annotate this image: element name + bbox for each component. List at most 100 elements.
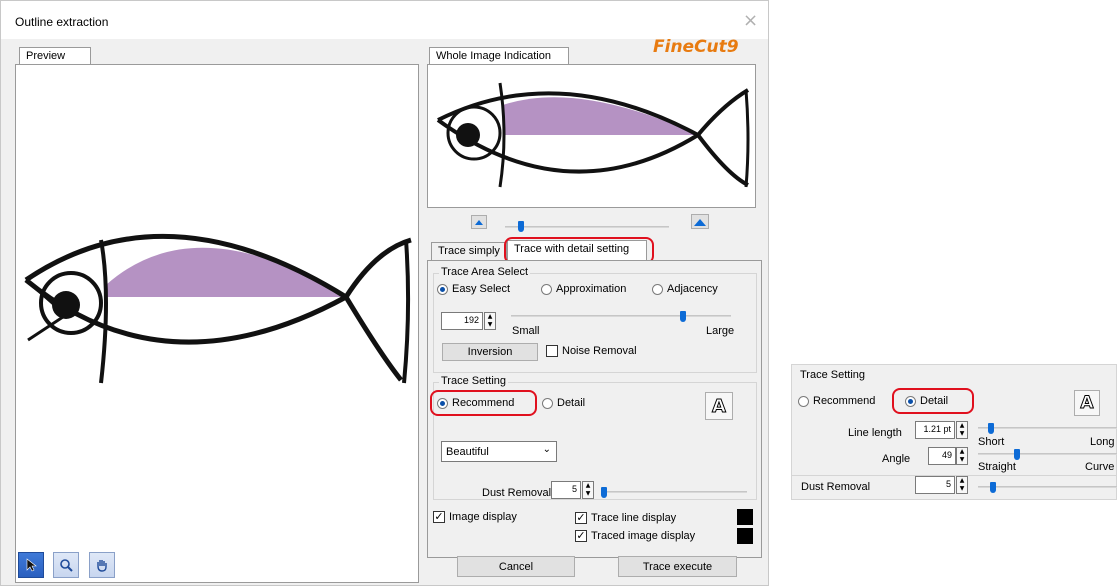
trace-style-select[interactable]: Beautiful ⌄ [441, 441, 557, 462]
dust-removal-input[interactable]: 5 [551, 481, 581, 499]
radio-approximation[interactable]: Approximation [541, 283, 626, 295]
line-length-slider-track[interactable] [978, 427, 1117, 429]
image-display-box: ✓ [433, 510, 445, 523]
radio-adjacency-dot [652, 283, 663, 295]
radio-adjacency[interactable]: Adjacency [652, 283, 718, 295]
traced-image-color-swatch[interactable] [737, 528, 753, 544]
trace-area-slider-thumb[interactable] [679, 311, 686, 322]
trace-style-select-value: Beautiful [446, 446, 489, 458]
dust-removal-label: Dust Removal [482, 487, 552, 499]
radio-adjacency-label: Adjacency [667, 283, 718, 295]
detail-dust-removal-spinner[interactable]: ▲ ▼ [956, 476, 968, 494]
dust-removal-slider-track[interactable] [601, 491, 747, 493]
tab-trace-simply[interactable]: Trace simply [431, 242, 507, 260]
hand-tool-button[interactable] [89, 552, 115, 578]
angle-straight-label: Straight [978, 461, 1016, 473]
trace-line-display-label: Trace line display [591, 512, 677, 524]
radio-detail-dot [542, 397, 553, 409]
detail-group-label: Trace Setting [800, 369, 866, 381]
trace-line-display-box: ✓ [575, 511, 587, 524]
radio-approximation-dot [541, 283, 552, 295]
highlight-recommend [430, 390, 537, 416]
slider-large-label: Large [706, 325, 735, 337]
trace-area-spinner[interactable]: ▲ ▼ [484, 312, 496, 330]
detail-radio-recommend-dot [798, 395, 809, 407]
zoom-slider-thumb[interactable] [518, 221, 525, 232]
radio-detail[interactable]: Detail [542, 397, 585, 409]
detail-outline-a-icon: A [1080, 393, 1094, 414]
dust-removal-slider-thumb[interactable] [600, 487, 607, 498]
radio-easy-select-dot [437, 283, 448, 295]
noise-removal-box [546, 345, 558, 357]
line-length-spinner[interactable]: ▲ ▼ [956, 421, 968, 439]
line-length-slider-thumb[interactable] [988, 423, 994, 434]
tab-trace-simply-label: Trace simply [438, 245, 500, 257]
zoom-in-icon [694, 218, 706, 226]
hand-icon [97, 560, 107, 572]
trace-area-slider-track[interactable] [511, 315, 731, 317]
chevron-down-icon: ⌄ [542, 444, 551, 455]
line-length-label: Line length [848, 427, 902, 439]
trace-area-group-label: Trace Area Select [439, 266, 531, 278]
zoom-out-button[interactable] [471, 215, 487, 229]
trace-setting-group-label: Trace Setting [439, 375, 509, 387]
tab-preview-label: Preview [26, 50, 66, 62]
tab-whole-image[interactable]: Whole Image Indication [429, 47, 569, 65]
pointer-tool-button[interactable] [18, 552, 44, 578]
detail-font-outline-button[interactable]: A [1074, 390, 1100, 416]
line-short-label: Short [978, 436, 1005, 448]
line-long-label: Long [1090, 436, 1115, 448]
angle-spinner[interactable]: ▲ ▼ [956, 447, 968, 465]
preview-canvas[interactable] [15, 64, 419, 583]
tab-whole-image-label: Whole Image Indication [436, 50, 551, 62]
traced-image-display-box: ✓ [575, 529, 587, 542]
trace-line-display-checkbox[interactable]: ✓ Trace line display [575, 512, 676, 524]
trace-line-color-swatch[interactable] [737, 509, 753, 525]
zoom-out-icon [475, 220, 483, 225]
traced-image-display-label: Traced image display [591, 530, 696, 542]
detail-dust-removal-input[interactable]: 5 [915, 476, 955, 494]
whole-image-canvas [427, 64, 756, 208]
detail-dust-slider-thumb[interactable] [990, 482, 996, 493]
radio-approximation-label: Approximation [556, 283, 627, 295]
radio-easy-select[interactable]: Easy Select [437, 283, 510, 295]
highlight-detail [892, 388, 974, 414]
zoom-in-button[interactable] [691, 214, 709, 229]
zoom-icon [60, 559, 73, 572]
fish-thumbnail-image [436, 82, 750, 188]
angle-input[interactable]: 49 [928, 447, 956, 465]
trace-execute-button[interactable]: Trace execute [618, 556, 737, 577]
outline-extraction-dialog: Outline extraction × Preview Whole Image… [0, 0, 769, 586]
angle-slider-track[interactable] [978, 453, 1117, 455]
trace-area-value-input[interactable]: 192 [441, 312, 483, 330]
angle-curve-label: Curve [1085, 461, 1115, 473]
noise-removal-checkbox[interactable]: Noise Removal [546, 345, 637, 357]
detail-radio-recommend[interactable]: Recommend [798, 395, 875, 407]
font-outline-button[interactable]: A [705, 392, 733, 420]
noise-removal-label: Noise Removal [562, 345, 637, 357]
dust-removal-spinner[interactable]: ▲ ▼ [582, 481, 594, 499]
tab-preview[interactable]: Preview [19, 47, 91, 65]
detail-dust-slider-track[interactable] [978, 486, 1117, 488]
angle-slider-thumb[interactable] [1014, 449, 1020, 460]
pointer-icon [26, 558, 37, 572]
finecut-logo-text: FineCut9 [653, 37, 739, 57]
zoom-slider-track[interactable] [505, 226, 669, 228]
fish-preview-image [24, 233, 412, 384]
angle-label: Angle [882, 453, 911, 465]
window-title: Outline extraction [15, 15, 109, 29]
finecut-logo: FineCut9 [653, 37, 739, 57]
line-length-input[interactable]: 1.21 pt [915, 421, 955, 439]
image-display-label: Image display [449, 511, 517, 523]
zoom-tool-button[interactable] [53, 552, 79, 578]
close-icon[interactable]: × [743, 10, 758, 31]
cancel-button[interactable]: Cancel [457, 556, 575, 577]
radio-easy-select-label: Easy Select [452, 283, 511, 295]
traced-image-display-checkbox[interactable]: ✓ Traced image display [575, 530, 695, 542]
inversion-button[interactable]: Inversion [442, 343, 538, 361]
image-display-checkbox[interactable]: ✓ Image display [433, 511, 517, 523]
detail-dust-removal-label: Dust Removal [801, 481, 871, 493]
detail-radio-recommend-label: Recommend [813, 395, 876, 407]
slider-small-label: Small [512, 325, 540, 337]
title-bar: Outline extraction × [1, 1, 768, 39]
